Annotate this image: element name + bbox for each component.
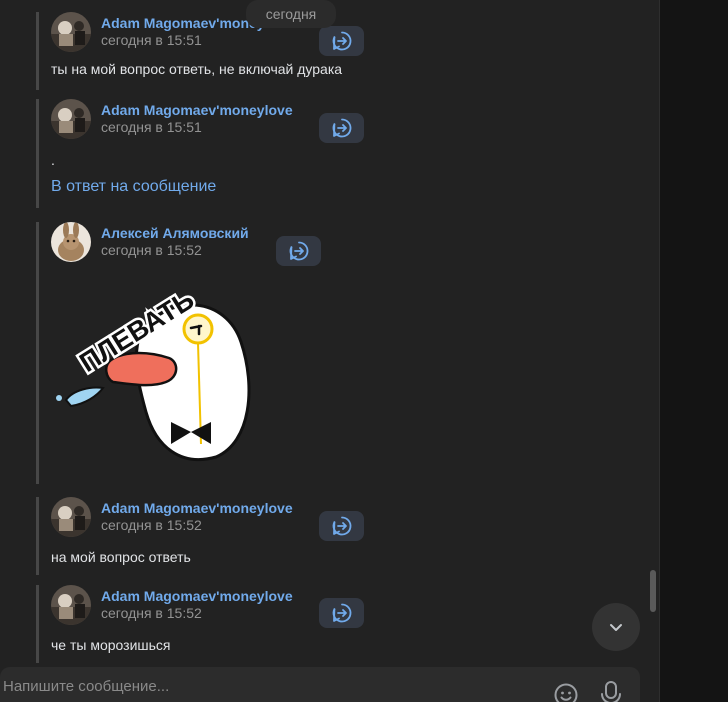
message-composer [0, 667, 640, 702]
avatar[interactable] [51, 99, 91, 139]
forward-button[interactable] [319, 598, 364, 628]
microphone-icon [601, 681, 621, 702]
message-time[interactable]: сегодня в 15:52 [101, 241, 249, 259]
author-name[interactable]: Алексей Алямовский [101, 225, 249, 241]
date-separator: сегодня [246, 0, 336, 28]
avatar[interactable] [51, 497, 91, 537]
author-name[interactable]: Adam Magomaev'moneylove [101, 588, 293, 604]
forward-button[interactable] [319, 26, 364, 56]
smile-icon [554, 683, 578, 702]
message-text: ты на мой вопрос ответь, не включай дура… [51, 61, 343, 77]
forward-reply-icon [332, 118, 351, 138]
forward-reply-icon [332, 516, 351, 536]
avatar[interactable] [51, 585, 91, 625]
scroll-down-button[interactable] [592, 603, 640, 651]
message-time[interactable]: сегодня в 15:51 [101, 118, 293, 136]
sticker[interactable]: ПЛЕВАТЬ [51, 272, 261, 462]
side-panel [660, 0, 728, 702]
chevron-down-icon [610, 624, 622, 631]
avatar[interactable] [51, 12, 91, 52]
forward-reply-icon [289, 241, 308, 261]
message-history[interactable]: Adam Magomaev'moneylove сегодня в 15:51 … [0, 0, 660, 702]
author-name[interactable]: Adam Magomaev'moneylove [101, 102, 293, 118]
reply-link[interactable]: В ответ на сообщение [51, 177, 293, 197]
message-text: че ты морозишься [51, 637, 171, 653]
forward-reply-icon [332, 603, 351, 623]
message-time[interactable]: сегодня в 15:51 [101, 31, 293, 49]
emoji-button[interactable] [553, 682, 579, 702]
forward-button[interactable] [319, 113, 364, 143]
message-item: Adam Magomaev'moneylove сегодня в 15:51 … [36, 99, 293, 208]
forward-reply-icon [332, 31, 351, 51]
forward-button[interactable] [276, 236, 321, 266]
message-text: на мой вопрос ответь [51, 549, 191, 565]
message-item: Adam Magomaev'moneylove сегодня в 15:52 … [36, 497, 293, 575]
avatar[interactable] [51, 222, 91, 262]
scrollbar-thumb[interactable] [650, 570, 656, 612]
message-item: Adam Magomaev'moneylove сегодня в 15:52 … [36, 585, 293, 663]
message-time[interactable]: сегодня в 15:52 [101, 516, 293, 534]
voice-message-button[interactable] [600, 680, 622, 702]
message-item: Алексей Алямовский сегодня в 15:52 ПЛЕВА… [36, 222, 261, 484]
message-time[interactable]: сегодня в 15:52 [101, 604, 293, 622]
message-input[interactable] [0, 667, 520, 702]
forward-button[interactable] [319, 511, 364, 541]
author-name[interactable]: Adam Magomaev'moneylove [101, 500, 293, 516]
chat-window: Adam Magomaev'moneylove сегодня в 15:51 … [0, 0, 728, 702]
message-text: . [51, 152, 55, 168]
